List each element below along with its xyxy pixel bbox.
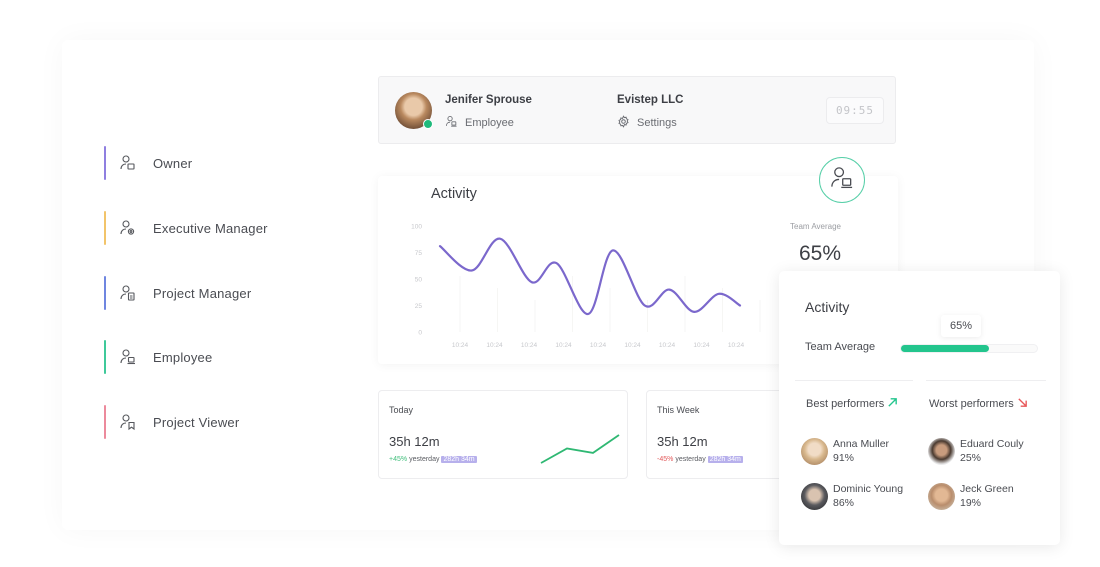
performer-item[interactable]: Eduard Couly 25% [928, 437, 1024, 465]
x-tick-label: 10:24 [486, 342, 503, 349]
arrow-up-right-icon [887, 397, 898, 411]
team-average-progress-fill [901, 345, 990, 352]
stat-card-this-week: This Week 35h 12m -45% yesterday 282h 34… [646, 390, 796, 479]
sparkline-line [540, 434, 620, 464]
role-color-bar [104, 405, 106, 439]
stat-yesterday-label: yesterday [409, 456, 440, 463]
user-bookmark-icon [119, 413, 137, 431]
x-tick-label: 10:24 [728, 342, 745, 349]
divider [926, 380, 1046, 381]
role-color-bar [104, 146, 106, 180]
role-item-owner[interactable]: Owner [104, 146, 192, 180]
user-role: Employee [445, 115, 514, 131]
role-label: Employee [153, 349, 213, 365]
performer-percent: 91% [833, 452, 855, 464]
team-average-progress [900, 344, 1038, 353]
user-gear-icon [119, 219, 137, 237]
performer-avatar [928, 437, 955, 465]
best-performers-header: Best performers [806, 397, 898, 411]
x-tick-label: 10:24 [521, 342, 538, 349]
user-document-icon [119, 284, 137, 302]
user-laptop-icon [119, 348, 137, 366]
performer-percent: 86% [833, 497, 855, 509]
team-average-value: 65% [799, 242, 842, 265]
divider [795, 380, 913, 381]
y-tick-label: 75 [415, 250, 423, 257]
role-color-bar [104, 276, 106, 310]
performer-percent: 25% [960, 452, 982, 464]
best-performers-label: Best performers [806, 398, 885, 410]
settings-link[interactable]: Settings [617, 115, 677, 131]
company-name: Evistep LLC [617, 94, 684, 106]
user-briefcase-icon [119, 154, 137, 172]
role-label: Owner [153, 155, 193, 171]
stat-value: 35h 12m [657, 434, 708, 449]
team-average-label: Team Average [805, 341, 876, 353]
y-tick-label: 25 [415, 303, 423, 310]
stat-yesterday-value: 282h 34m [441, 456, 477, 463]
y-tick-label: 0 [418, 330, 422, 337]
team-average-tooltip: 65% [941, 315, 981, 337]
y-tick-label: 50 [415, 277, 423, 284]
stat-yesterday-label: yesterday [675, 456, 706, 463]
x-tick-label: 10:24 [452, 342, 469, 349]
performer-avatar [801, 437, 828, 465]
worst-performers-label: Worst performers [929, 398, 1014, 410]
stat-title: Today [389, 405, 414, 415]
x-tick-label: 10:24 [659, 342, 676, 349]
role-label: Project Viewer [153, 414, 240, 430]
user-laptop-icon [829, 165, 855, 196]
performer-name: Anna Muller [833, 438, 890, 450]
user-laptop-icon [445, 115, 458, 131]
stat-yesterday-value: 282h 34m [707, 456, 743, 463]
worst-performers-header: Worst performers [929, 397, 1028, 411]
performer-item[interactable]: Dominic Young 86% [801, 482, 903, 510]
activity-line-chart: 100 75 50 25 0 10:24 10:24 10:24 10:24 10:24 10:24… [411, 224, 761, 349]
performer-name: Jeck Green [960, 483, 1014, 495]
stat-delta: +45% [389, 456, 408, 463]
stat-comparison: +45% yesterday 282h 34m [389, 456, 477, 463]
performer-name: Dominic Young [833, 483, 904, 495]
arrow-down-right-icon [1017, 397, 1028, 411]
stat-value: 35h 12m [389, 434, 440, 449]
user-header-card: Jenifer Sprouse Employee Evistep LLC Set… [378, 76, 896, 144]
role-color-bar [104, 211, 106, 245]
stat-delta: -45% [657, 456, 674, 463]
performers-panel: Activity 65% Team Average Best performer… [779, 271, 1060, 545]
y-tick-label: 100 [411, 224, 422, 231]
gear-icon [617, 115, 630, 131]
online-status-dot [423, 119, 433, 129]
stat-title: This Week [657, 405, 700, 415]
team-average-label: Team Average [790, 222, 841, 231]
performer-item[interactable]: Jeck Green 19% [928, 482, 1014, 510]
x-tick-label: 10:24 [555, 342, 572, 349]
performer-avatar [928, 482, 955, 510]
stat-card-today: Today 35h 12m +45% yesterday 282h 34m [378, 390, 628, 479]
role-item-project-manager[interactable]: Project Manager [104, 276, 251, 310]
role-item-executive-manager[interactable]: Executive Manager [104, 211, 268, 245]
performer-percent: 19% [960, 497, 982, 509]
user-name: Jenifer Sprouse [445, 94, 532, 106]
performer-item[interactable]: Anna Muller 91% [801, 437, 889, 465]
user-role-label: Employee [465, 117, 514, 129]
sparkline-chart [540, 434, 620, 464]
performers-title: Activity [805, 299, 850, 315]
stat-comparison: -45% yesterday 282h 34m [657, 456, 743, 463]
x-tick-label: 10:24 [624, 342, 641, 349]
role-item-project-viewer[interactable]: Project Viewer [104, 405, 239, 439]
role-label: Project Manager [153, 285, 252, 301]
x-tick-label: 10:24 [590, 342, 607, 349]
performer-name: Eduard Couly [960, 438, 1024, 450]
performer-avatar [801, 482, 828, 510]
settings-label: Settings [637, 117, 677, 129]
role-label: Executive Manager [153, 220, 268, 236]
x-tick-label: 10:24 [693, 342, 710, 349]
employee-role-badge [819, 157, 865, 203]
timer-display: 09:55 [826, 97, 884, 124]
role-item-employee[interactable]: Employee [104, 340, 212, 374]
role-color-bar [104, 340, 106, 374]
activity-series-line [438, 237, 742, 316]
